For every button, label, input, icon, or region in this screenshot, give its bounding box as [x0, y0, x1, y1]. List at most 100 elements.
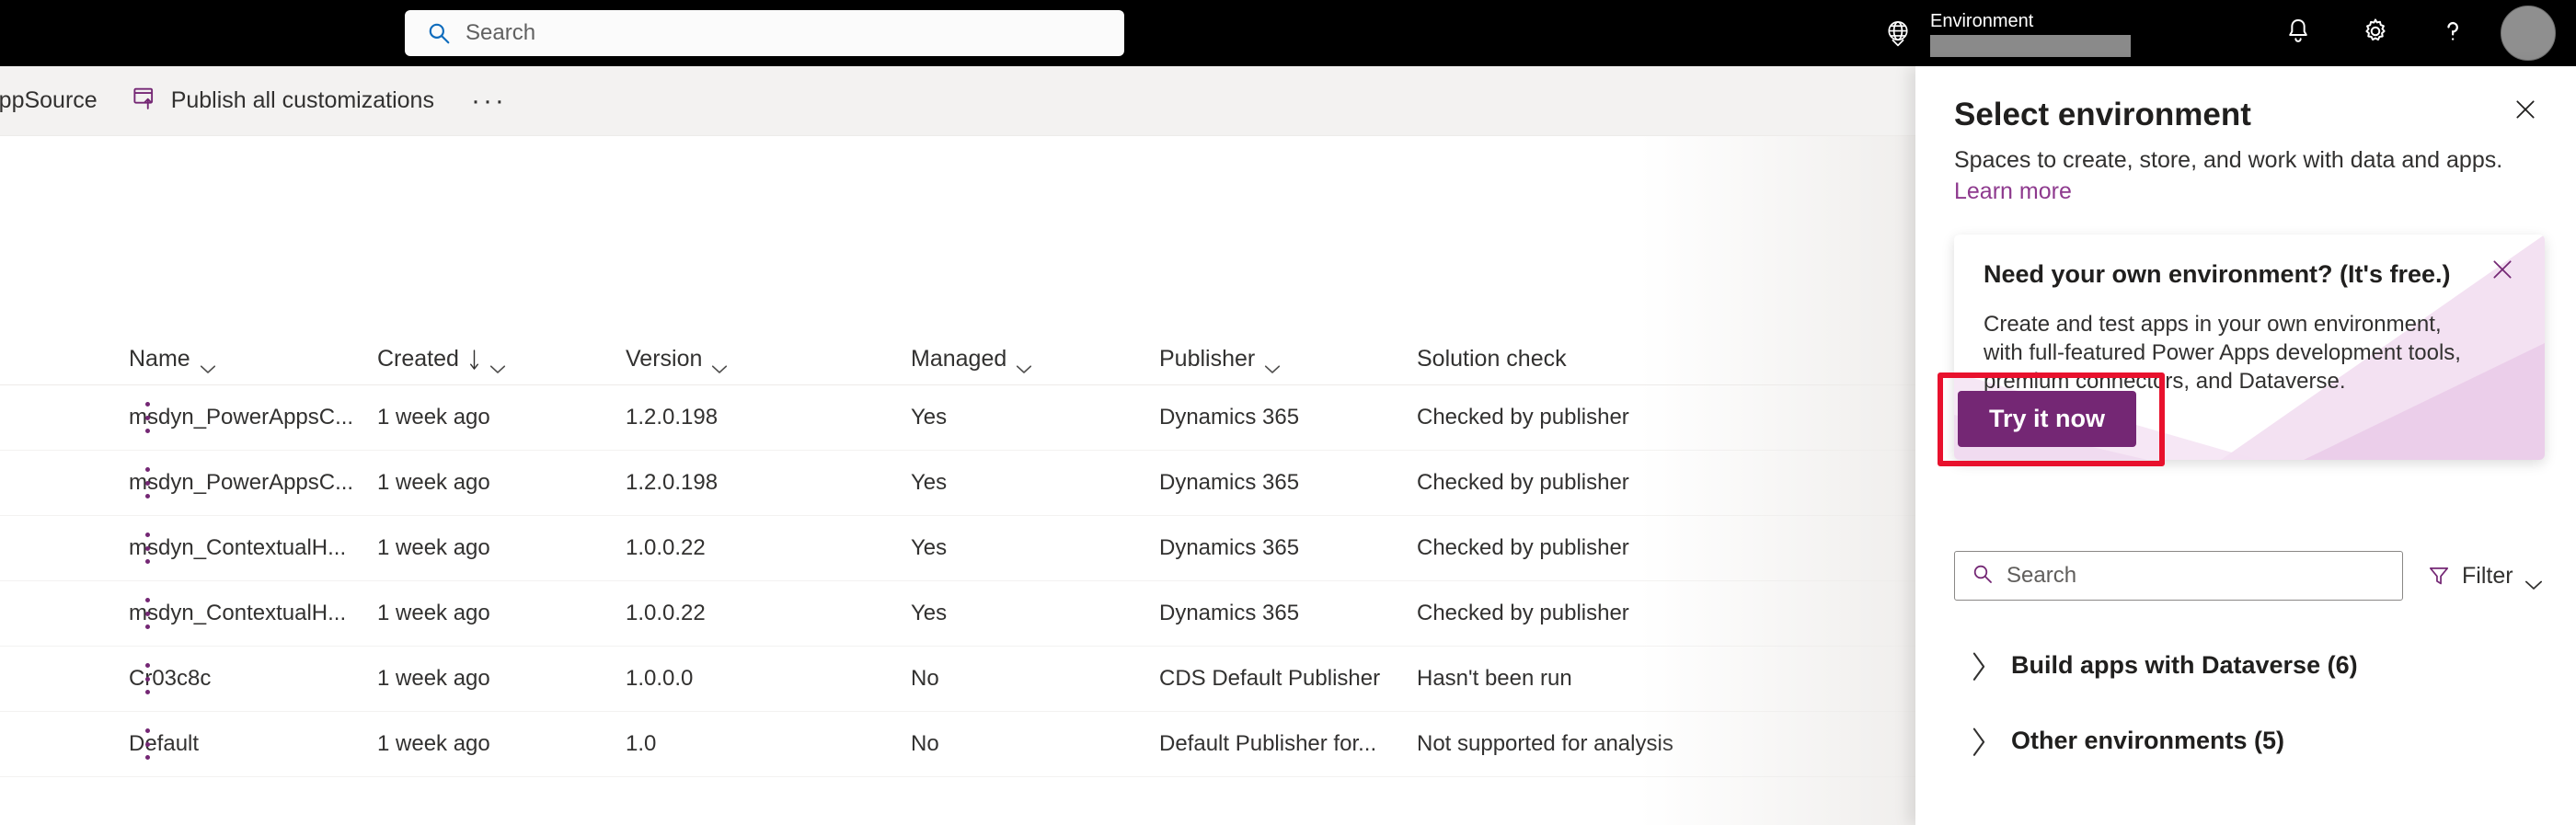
cell-solution-check: Checked by publisher	[1417, 601, 1629, 625]
row-more-options-icon[interactable]	[143, 728, 152, 760]
chevron-right-icon	[1971, 727, 1987, 756]
appsource-label: AppSource	[0, 87, 98, 113]
table-row[interactable]: msdyn_PowerAppsC... 1 week ago 1.2.0.198…	[0, 385, 1915, 451]
callout-close-button[interactable]	[2484, 253, 2521, 290]
notifications-button[interactable]	[2260, 0, 2337, 66]
chevron-down-icon	[711, 354, 728, 373]
panel-tools-row: Search Filter	[1954, 551, 2545, 601]
group-item-build-apps-with-dataverse[interactable]: Build apps with Dataverse (6)	[1954, 627, 2545, 703]
row-more-options-icon[interactable]	[143, 533, 152, 564]
column-header-version-label: Version	[626, 346, 703, 372]
column-header-version[interactable]: Version	[626, 346, 911, 373]
row-more-options-icon[interactable]	[143, 467, 152, 498]
panel-title: Select environment	[1954, 97, 2251, 132]
row-more-options-icon[interactable]	[143, 663, 152, 694]
learn-more-link[interactable]: Learn more	[1954, 178, 2072, 205]
cell-publisher: Default Publisher for...	[1159, 731, 1377, 756]
settings-button[interactable]	[2337, 0, 2414, 66]
panel-subtitle: Spaces to create, store, and work with d…	[1954, 147, 2503, 173]
chevron-down-icon	[1264, 354, 1281, 373]
environment-label: Environment	[1930, 10, 2034, 31]
cell-created: 1 week ago	[377, 601, 490, 625]
appsource-button[interactable]: AppSource	[0, 66, 114, 136]
cell-version: 1.0.0.0	[626, 666, 694, 691]
column-header-created[interactable]: Created	[377, 346, 626, 373]
cell-publisher: CDS Default Publisher	[1159, 666, 1381, 691]
panel-header: Select environment Spaces to create, sto…	[1915, 66, 2576, 205]
cell-managed: Yes	[911, 535, 948, 560]
help-button[interactable]	[2414, 0, 2491, 66]
global-search-placeholder: Search	[466, 20, 536, 45]
publish-label: Publish all customizations	[170, 87, 434, 113]
cell-name: msdyn_ContextualH...	[129, 601, 347, 625]
group-label: Other environments (5)	[2011, 726, 2285, 754]
publish-all-customizations-button[interactable]: Publish all customizations	[114, 66, 451, 136]
cell-version: 1.2.0.198	[626, 405, 719, 430]
cell-created: 1 week ago	[377, 470, 490, 495]
cell-managed: Yes	[911, 601, 948, 625]
table-row[interactable]: Default 1 week ago 1.0 No Default Publis…	[0, 712, 1915, 777]
cell-publisher: Dynamics 365	[1159, 470, 1300, 495]
cell-publisher: Dynamics 365	[1159, 601, 1300, 625]
avatar[interactable]	[2501, 6, 2556, 61]
bell-icon	[2283, 17, 2313, 51]
column-header-managed[interactable]: Managed	[911, 346, 1159, 373]
chevron-down-icon	[200, 354, 216, 373]
column-header-publisher[interactable]: Publisher	[1159, 346, 1417, 373]
cell-created: 1 week ago	[377, 666, 490, 691]
cell-created: 1 week ago	[377, 535, 490, 560]
row-more-options-icon[interactable]	[143, 402, 152, 433]
sort-descending-icon	[468, 349, 480, 370]
cell-name: msdyn_ContextualH...	[129, 535, 347, 560]
cell-version: 1.0.0.22	[626, 601, 706, 625]
callout-title: Need your own environment? (It's free.)	[1984, 260, 2451, 288]
callout-body: Create and test apps in your own environ…	[1984, 312, 2461, 394]
cell-solution-check: Not supported for analysis	[1417, 731, 1673, 756]
panel-close-button[interactable]	[2506, 92, 2545, 131]
chevron-down-icon	[2524, 570, 2543, 590]
cell-solution-check: Checked by publisher	[1417, 535, 1629, 560]
chevron-down-icon	[1016, 354, 1032, 373]
funnel-icon	[2427, 564, 2451, 588]
table-header-row: Name Created Version Managed Publisher S…	[0, 334, 1915, 385]
cell-name: Cr03c8c	[129, 666, 212, 691]
cell-created: 1 week ago	[377, 731, 490, 756]
chevron-right-icon	[1971, 651, 1987, 681]
row-more-options-icon[interactable]	[143, 598, 152, 629]
global-search-box[interactable]: Search	[405, 10, 1124, 56]
command-bar: AppSource Publish all customizations ···	[0, 66, 1915, 136]
solutions-table: Name Created Version Managed Publisher S…	[0, 334, 1915, 777]
table-row[interactable]: Cr03c8c 1 week ago 1.0.0.0 No CDS Defaul…	[0, 647, 1915, 712]
table-row[interactable]: msdyn_ContextualH... 1 week ago 1.0.0.22…	[0, 581, 1915, 647]
publish-icon	[131, 84, 158, 118]
cell-version: 1.0	[626, 731, 657, 756]
cell-publisher: Dynamics 365	[1159, 405, 1300, 430]
filter-button[interactable]: Filter	[2427, 563, 2543, 590]
suite-header-bar: Search Environment	[0, 0, 2576, 66]
cell-created: 1 week ago	[377, 405, 490, 430]
close-icon	[2513, 97, 2537, 126]
try-it-now-button[interactable]: Try it now	[1958, 391, 2137, 447]
cell-name: msdyn_PowerAppsC...	[129, 470, 354, 495]
environment-selector[interactable]: Environment	[1930, 10, 2131, 57]
table-row[interactable]: msdyn_PowerAppsC... 1 week ago 1.2.0.198…	[0, 451, 1915, 516]
cell-version: 1.0.0.22	[626, 535, 706, 560]
command-bar-overflow-button[interactable]: ···	[451, 66, 527, 136]
environment-groups: Build apps with Dataverse (6) Other envi…	[1954, 627, 2545, 778]
cell-solution-check: Hasn't been run	[1417, 666, 1572, 691]
column-header-solution-check[interactable]: Solution check	[1417, 346, 1812, 372]
cell-managed: No	[911, 666, 939, 691]
search-icon	[1972, 563, 1994, 590]
suite-header-actions: Environment	[1882, 0, 2576, 66]
close-icon	[2490, 258, 2514, 286]
environment-search-input[interactable]: Search	[1954, 551, 2403, 601]
group-item-other-environments[interactable]: Other environments (5)	[1954, 703, 2545, 778]
callout-content: Need your own environment? (It's free.) …	[1954, 235, 2545, 395]
environment-value-redacted	[1930, 34, 2131, 57]
column-header-name[interactable]: Name	[129, 346, 377, 373]
chevron-down-icon	[489, 354, 506, 373]
cell-version: 1.2.0.198	[626, 470, 719, 495]
group-label: Build apps with Dataverse (6)	[2011, 650, 2358, 679]
table-row[interactable]: msdyn_ContextualH... 1 week ago 1.0.0.22…	[0, 516, 1915, 581]
globe-icon[interactable]	[1882, 17, 1914, 49]
